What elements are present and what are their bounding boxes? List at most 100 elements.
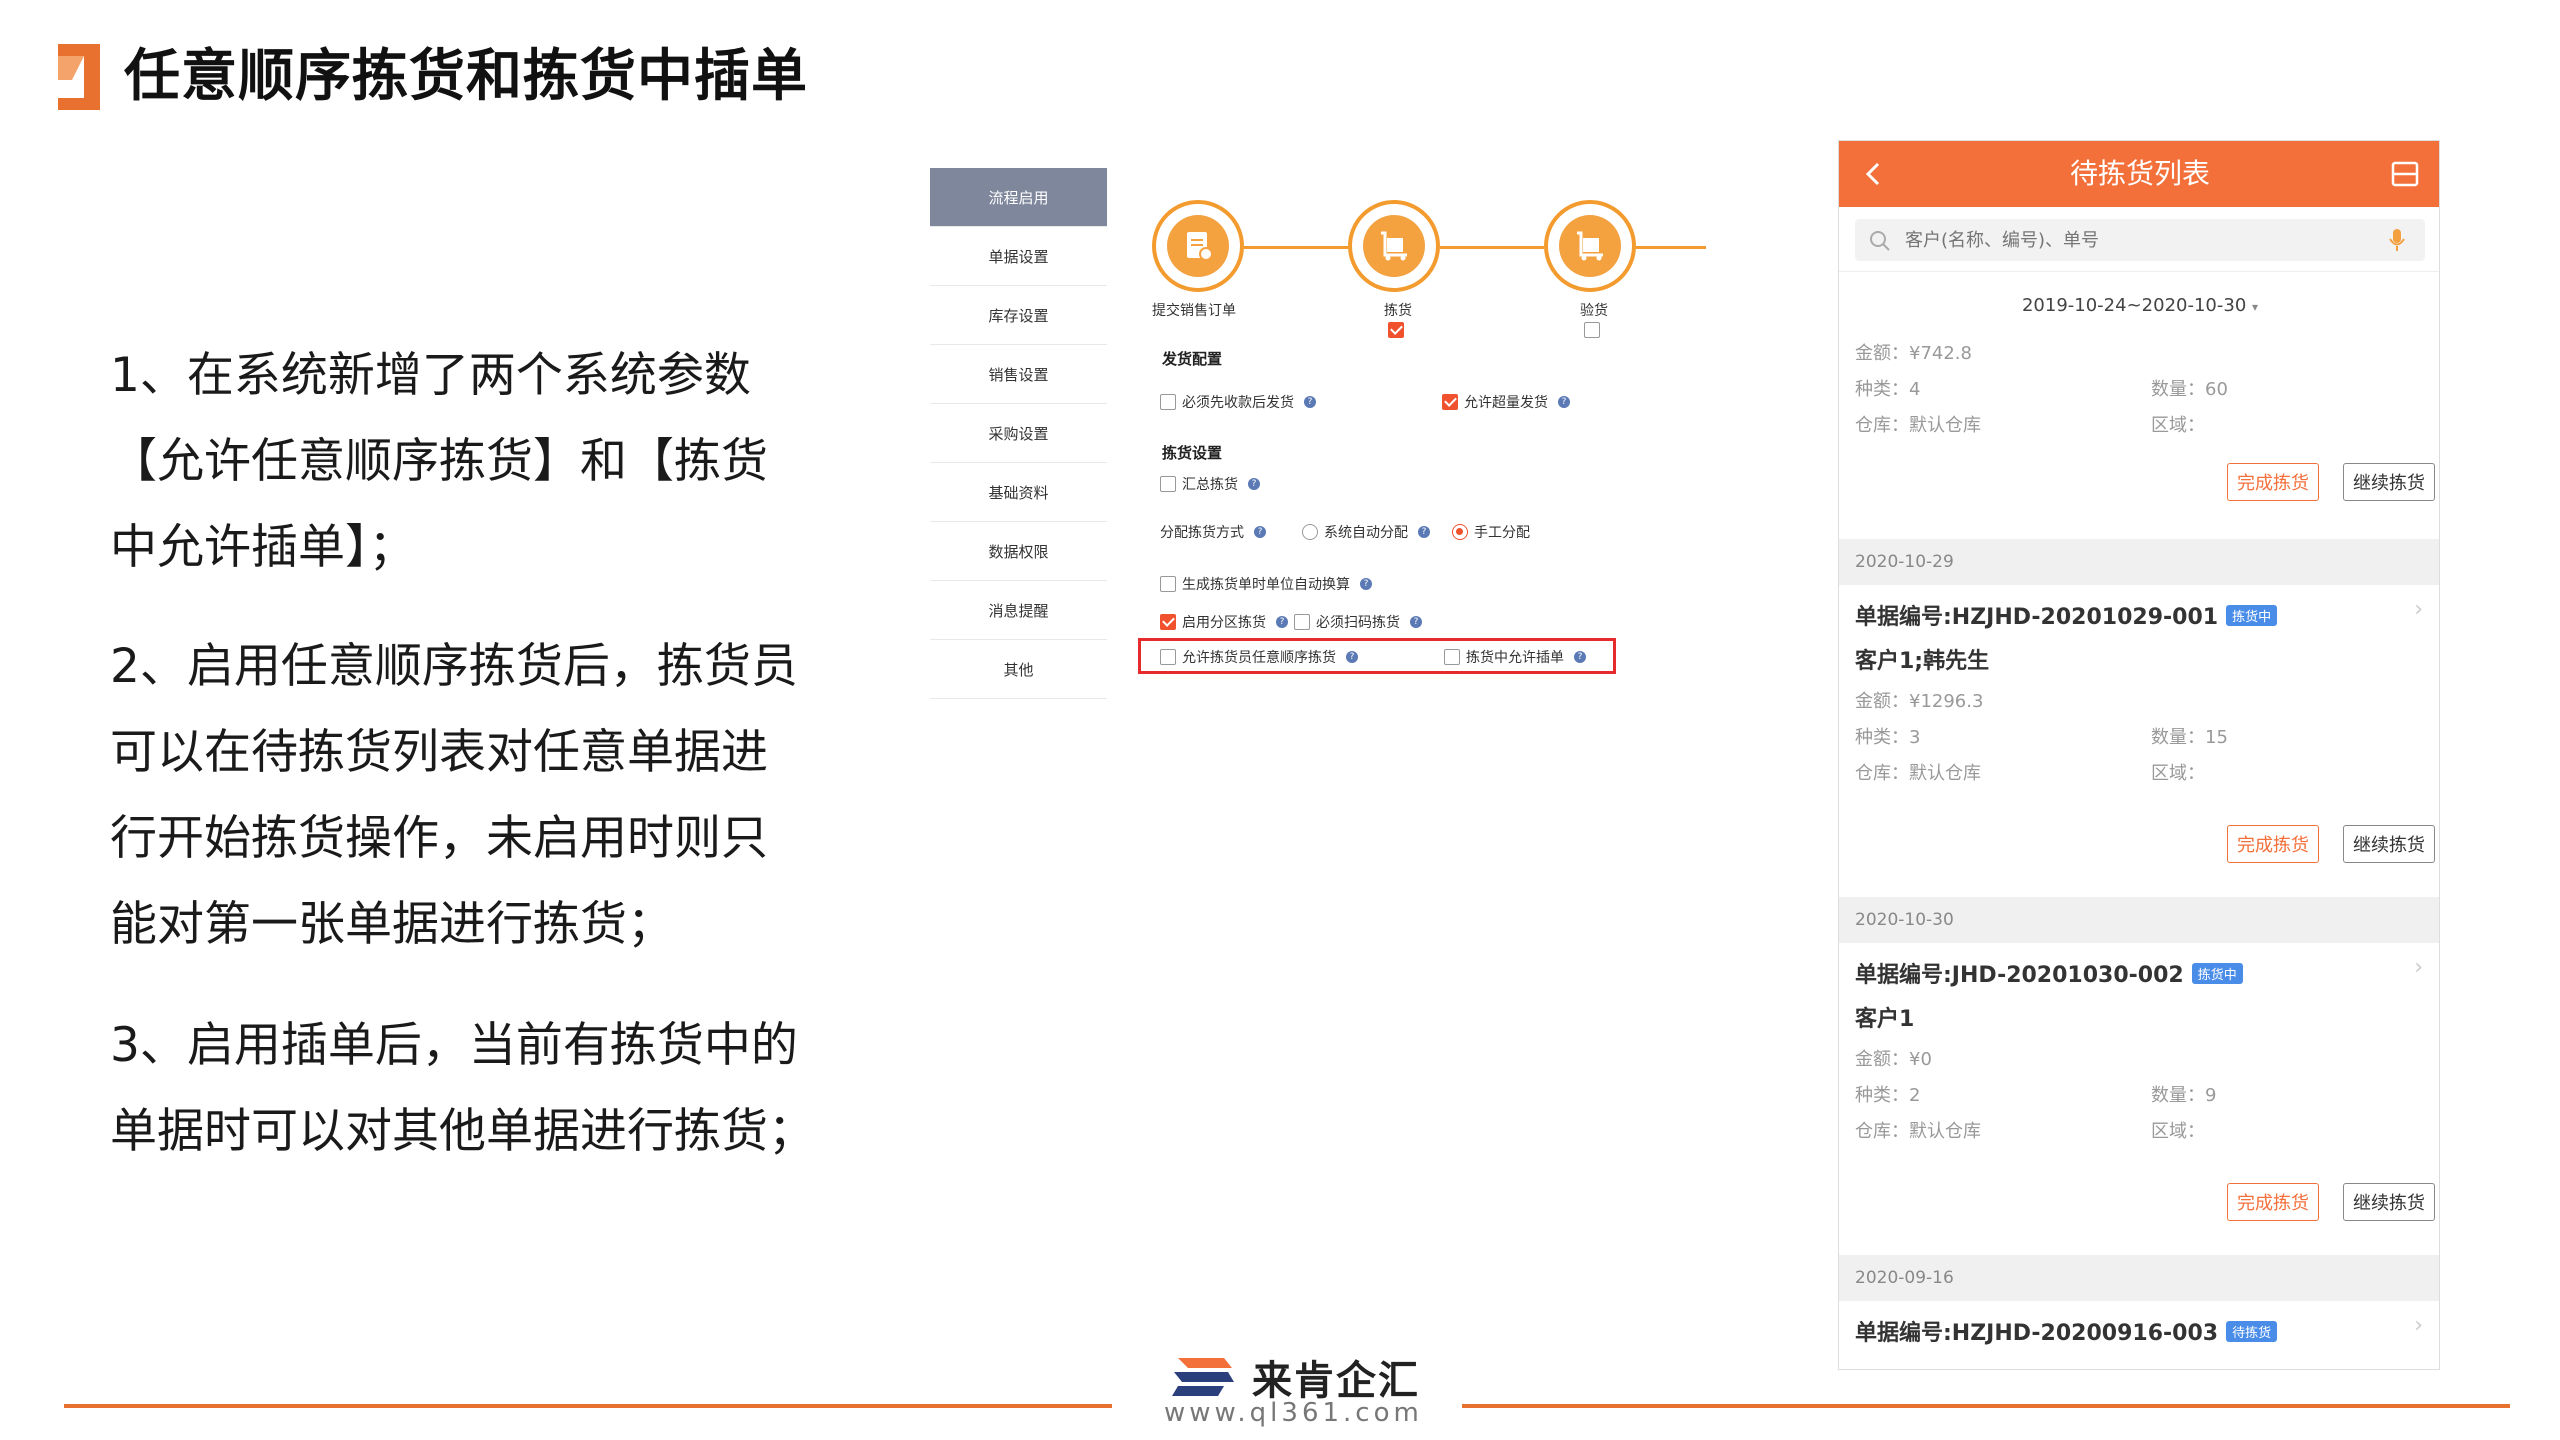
card-kinds: 种类：4 [1855,379,1921,400]
status-badge: 拣货中 [2191,962,2243,984]
dropdown-arrow-icon: ▾ [2252,300,2259,314]
card-amount: 金额：¥1296.3 [1855,691,1984,712]
order-card[interactable]: 单据编号:HZJHD-20201029-001 拣货中 › 客户1;韩先生 金额… [1839,585,2439,897]
nav-item-basic-data[interactable]: 基础资料 [930,463,1107,522]
continue-pick-button[interactable]: 继续拣货 [2343,463,2435,501]
nav-item-sales[interactable]: 销售设置 [930,345,1107,404]
ship-section-title: 发货配置 [1162,350,1223,368]
flow-label-inspect: 验货 [1580,303,1608,319]
card-zone: 区域： [2151,763,2205,784]
footer-divider [1462,1404,2510,1408]
paragraph-1: 1、在系统新增了两个系统参数 【允许任意顺序拣货】和【拣货 中允许插单】； [110,333,830,591]
alloc-method-label: 分配拣货方式 [1160,525,1244,541]
pick-option-unit-convert[interactable]: 生成拣货单时单位自动换算 ? [1160,574,1372,594]
chevron-right-icon: › [2414,955,2423,980]
prepay-checkbox[interactable] [1160,394,1176,410]
pick-option-summary[interactable]: 汇总拣货 ? [1160,474,1260,494]
help-icon[interactable]: ? [1304,396,1316,408]
date-range-text: 2019-10-24~2020-10-30 [2021,295,2247,316]
card-order-no: 单据编号:HZJHD-20200916-003 待拣货 [1855,1315,2278,1347]
flow-node-inspect [1544,200,1636,292]
chevron-right-icon: › [2414,597,2423,622]
pick-option-zone[interactable]: 启用分区拣货 ? 必须扫码拣货 ? [1160,612,1422,632]
zone-pick-label: 启用分区拣货 [1182,615,1266,631]
settings-panel: 流程启用 单据设置 库存设置 销售设置 采购设置 基础资料 数据权限 消息提醒 … [930,168,1720,699]
ship-option-over-qty[interactable]: 允许超量发货 ? [1442,392,1570,412]
flow-pick-checkbox[interactable] [1388,322,1404,338]
ship-option-prepay[interactable]: 必须先收款后发货 ? [1160,392,1316,412]
must-scan-checkbox[interactable] [1294,614,1310,630]
help-icon[interactable]: ? [1248,478,1260,490]
paragraph-line: 1、在系统新增了两个系统参数 [110,348,751,403]
nav-item-message[interactable]: 消息提醒 [930,581,1107,640]
paragraph-line: 中允许插单】； [110,520,416,575]
pick-section-title: 拣货设置 [1162,444,1223,462]
prepay-label: 必须先收款后发货 [1182,395,1294,411]
card-kinds: 种类：2 [1855,1085,1921,1106]
flow-node-submit-order [1152,200,1244,292]
flow-inspect-checkbox[interactable] [1584,322,1600,338]
flow-label-pick: 拣货 [1384,303,1412,319]
order-no-text: 单据编号:HZJHD-20201029-001 [1855,605,2219,630]
over-qty-label: 允许超量发货 [1464,395,1548,411]
zone-pick-checkbox[interactable] [1160,614,1176,630]
order-card[interactable]: 单据编号:HZJHD-20200916-003 待拣货 › [1839,1301,2439,1369]
nav-item-purchase[interactable]: 采购设置 [930,404,1107,463]
brand-logo: 来肯企汇 www.ql361.com [1112,1320,1462,1438]
card-warehouse: 仓库：默认仓库 [1855,415,1981,436]
paragraph-line: 可以在待拣货列表对任意单据进 [110,725,768,780]
date-range-bar[interactable]: 2019-10-24~2020-10-30 ▾ [1839,271,2439,341]
nav-item-other[interactable]: 其他 [930,640,1107,699]
complete-pick-button[interactable]: 完成拣货 [2227,825,2319,863]
paragraph-2: 2、启用任意顺序拣货后，拣货员 可以在待拣货列表对任意单据进 行开始拣货操作，未… [110,624,830,968]
paragraph-line: 2、启用任意顺序拣货后，拣货员 [110,639,798,694]
alloc-auto-radio[interactable] [1302,524,1318,540]
order-card[interactable]: 金额：¥742.8 种类：4 数量：60 仓库：默认仓库 区域： 完成拣货 继续… [1839,339,2439,547]
complete-pick-button[interactable]: 完成拣货 [2227,1183,2319,1221]
complete-pick-button[interactable]: 完成拣货 [2227,463,2319,501]
brand-logo-icon [1172,1358,1234,1396]
filter-menu-icon[interactable] [2391,161,2419,187]
card-amount: 金额：¥742.8 [1855,343,1972,364]
alloc-manual-label: 手工分配 [1474,525,1530,541]
continue-pick-button[interactable]: 继续拣货 [2343,825,2435,863]
summary-pick-checkbox[interactable] [1160,476,1176,492]
help-icon[interactable]: ? [1558,396,1570,408]
status-badge: 拣货中 [2226,604,2278,626]
nav-item-document[interactable]: 单据设置 [930,227,1107,286]
must-scan-label: 必须扫码拣货 [1316,615,1400,631]
over-qty-checkbox[interactable] [1442,394,1458,410]
cart-icon [1577,231,1603,261]
alloc-auto-label: 系统自动分配 [1324,525,1408,541]
page-title: 任意顺序拣货和拣货中插单 [124,44,808,109]
card-order-no: 单据编号:JHD-20201030-002 拣货中 [1855,957,2243,989]
cart-icon [1381,231,1407,261]
alloc-manual-radio[interactable] [1452,524,1468,540]
unit-convert-checkbox[interactable] [1160,576,1176,592]
search-input[interactable] [1855,219,2425,261]
paragraph-3: 3、启用插单后，当前有拣货中的 单据时可以对其他单据进行拣货； [110,1003,830,1175]
unit-convert-label: 生成拣货单时单位自动换算 [1182,577,1350,593]
date-range[interactable]: 2019-10-24~2020-10-30 ▾ [1839,272,2439,341]
search-icon [1870,231,1890,251]
help-icon[interactable]: ? [1360,578,1372,590]
continue-pick-button[interactable]: 继续拣货 [2343,1183,2435,1221]
paragraph-line: 能对第一张单据进行拣货； [110,897,674,952]
nav-item-inventory[interactable]: 库存设置 [930,286,1107,345]
microphone-icon[interactable] [2389,228,2405,252]
paragraph-line: 3、启用插单后，当前有拣货中的 [110,1018,798,1073]
order-no-text: 单据编号:HZJHD-20200916-003 [1855,1321,2219,1346]
help-icon[interactable]: ? [1276,616,1288,628]
help-icon[interactable]: ? [1254,526,1266,538]
nav-item-data-permission[interactable]: 数据权限 [930,522,1107,581]
help-icon[interactable]: ? [1410,616,1422,628]
order-card[interactable]: 单据编号:JHD-20201030-002 拣货中 › 客户1 金额：¥0 种类… [1839,943,2439,1255]
card-qty: 数量：60 [2151,379,2228,400]
help-icon[interactable]: ? [1418,526,1430,538]
settings-side-nav: 流程启用 单据设置 库存设置 销售设置 采购设置 基础资料 数据权限 消息提醒 … [930,168,1107,699]
nav-item-flow[interactable]: 流程启用 [930,168,1107,227]
card-amount: 金额：¥0 [1855,1049,1932,1070]
group-date: 2020-10-29 [1839,539,2439,585]
flow-label-submit-order: 提交销售订单 [1152,303,1236,319]
card-order-no: 单据编号:HZJHD-20201029-001 拣货中 [1855,599,2278,631]
